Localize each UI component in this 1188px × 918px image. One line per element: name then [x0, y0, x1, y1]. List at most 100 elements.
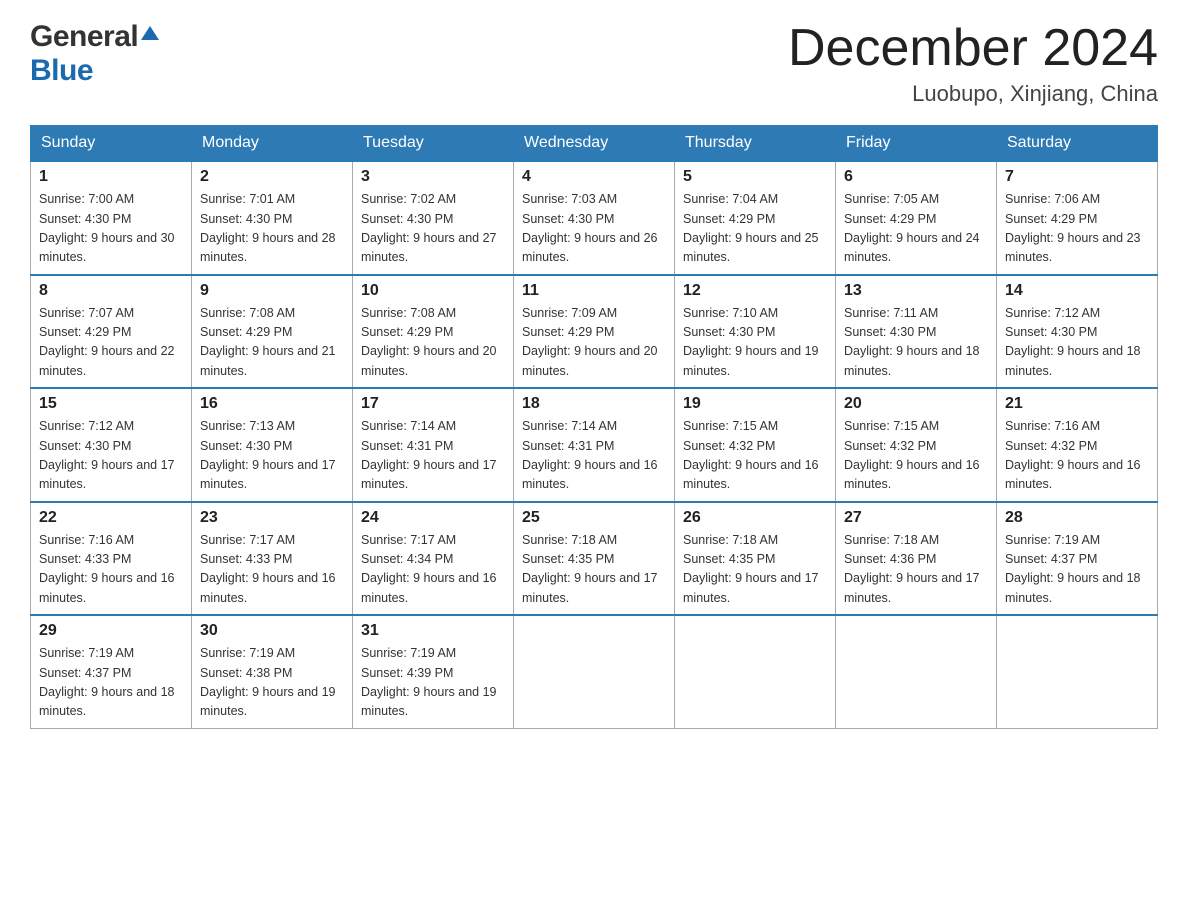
calendar-cell	[675, 615, 836, 728]
calendar-cell: 31 Sunrise: 7:19 AMSunset: 4:39 PMDayligh…	[353, 615, 514, 728]
day-info: Sunrise: 7:19 AMSunset: 4:38 PMDaylight:…	[200, 644, 344, 722]
day-number: 30	[200, 622, 344, 640]
day-number: 22	[39, 509, 183, 527]
weekday-header-saturday: Saturday	[997, 126, 1158, 162]
calendar-cell: 30 Sunrise: 7:19 AMSunset: 4:38 PMDayligh…	[192, 615, 353, 728]
calendar-cell: 22 Sunrise: 7:16 AMSunset: 4:33 PMDayligh…	[31, 502, 192, 616]
day-info: Sunrise: 7:18 AMSunset: 4:35 PMDaylight:…	[683, 531, 827, 609]
day-info: Sunrise: 7:03 AMSunset: 4:30 PMDaylight:…	[522, 190, 666, 268]
day-info: Sunrise: 7:09 AMSunset: 4:29 PMDaylight:…	[522, 304, 666, 382]
day-info: Sunrise: 7:08 AMSunset: 4:29 PMDaylight:…	[361, 304, 505, 382]
calendar-table: SundayMondayTuesdayWednesdayThursdayFrid…	[30, 125, 1158, 729]
day-info: Sunrise: 7:15 AMSunset: 4:32 PMDaylight:…	[844, 417, 988, 495]
logo-triangle-icon	[141, 24, 159, 47]
calendar-cell: 20 Sunrise: 7:15 AMSunset: 4:32 PMDayligh…	[836, 388, 997, 502]
day-info: Sunrise: 7:14 AMSunset: 4:31 PMDaylight:…	[522, 417, 666, 495]
day-number: 28	[1005, 509, 1149, 527]
day-info: Sunrise: 7:13 AMSunset: 4:30 PMDaylight:…	[200, 417, 344, 495]
day-info: Sunrise: 7:19 AMSunset: 4:37 PMDaylight:…	[1005, 531, 1149, 609]
calendar-cell: 18 Sunrise: 7:14 AMSunset: 4:31 PMDayligh…	[514, 388, 675, 502]
day-number: 25	[522, 509, 666, 527]
day-number: 20	[844, 395, 988, 413]
day-number: 17	[361, 395, 505, 413]
day-number: 3	[361, 168, 505, 186]
calendar-cell: 1 Sunrise: 7:00 AMSunset: 4:30 PMDaylight…	[31, 161, 192, 275]
calendar-cell: 12 Sunrise: 7:10 AMSunset: 4:30 PMDayligh…	[675, 275, 836, 389]
calendar-cell: 15Sunrise: 7:12 AMSunset: 4:30 PMDayligh…	[31, 388, 192, 502]
week-row-3: 15Sunrise: 7:12 AMSunset: 4:30 PMDayligh…	[31, 388, 1158, 502]
weekday-header-wednesday: Wednesday	[514, 126, 675, 162]
page-header: General Blue December 2024 Luobupo, Xinj…	[30, 20, 1158, 107]
day-info: Sunrise: 7:19 AMSunset: 4:39 PMDaylight:…	[361, 644, 505, 722]
week-row-1: 1 Sunrise: 7:00 AMSunset: 4:30 PMDaylight…	[31, 161, 1158, 275]
day-info: Sunrise: 7:05 AMSunset: 4:29 PMDaylight:…	[844, 190, 988, 268]
day-info: Sunrise: 7:12 AMSunset: 4:30 PMDaylight:…	[1005, 304, 1149, 382]
day-number: 12	[683, 282, 827, 300]
weekday-header-monday: Monday	[192, 126, 353, 162]
day-info: Sunrise: 7:17 AMSunset: 4:34 PMDaylight:…	[361, 531, 505, 609]
day-number: 24	[361, 509, 505, 527]
day-number: 18	[522, 395, 666, 413]
day-number: 13	[844, 282, 988, 300]
calendar-cell: 13 Sunrise: 7:11 AMSunset: 4:30 PMDayligh…	[836, 275, 997, 389]
calendar-cell: 14 Sunrise: 7:12 AMSunset: 4:30 PMDayligh…	[997, 275, 1158, 389]
calendar-cell: 24 Sunrise: 7:17 AMSunset: 4:34 PMDayligh…	[353, 502, 514, 616]
calendar-cell: 9 Sunrise: 7:08 AMSunset: 4:29 PMDaylight…	[192, 275, 353, 389]
day-number: 14	[1005, 282, 1149, 300]
week-row-5: 29Sunrise: 7:19 AMSunset: 4:37 PMDayligh…	[31, 615, 1158, 728]
weekday-header-sunday: Sunday	[31, 126, 192, 162]
calendar-cell: 19 Sunrise: 7:15 AMSunset: 4:32 PMDayligh…	[675, 388, 836, 502]
day-number: 9	[200, 282, 344, 300]
day-number: 19	[683, 395, 827, 413]
calendar-cell: 25Sunrise: 7:18 AMSunset: 4:35 PMDayligh…	[514, 502, 675, 616]
day-info: Sunrise: 7:11 AMSunset: 4:30 PMDaylight:…	[844, 304, 988, 382]
week-row-2: 8 Sunrise: 7:07 AMSunset: 4:29 PMDaylight…	[31, 275, 1158, 389]
calendar-cell: 6 Sunrise: 7:05 AMSunset: 4:29 PMDaylight…	[836, 161, 997, 275]
calendar-cell: 17Sunrise: 7:14 AMSunset: 4:31 PMDayligh…	[353, 388, 514, 502]
month-title: December 2024	[788, 20, 1158, 77]
day-number: 6	[844, 168, 988, 186]
day-number: 1	[39, 168, 183, 186]
day-info: Sunrise: 7:15 AMSunset: 4:32 PMDaylight:…	[683, 417, 827, 495]
calendar-cell: 5Sunrise: 7:04 AMSunset: 4:29 PMDaylight…	[675, 161, 836, 275]
calendar-cell	[836, 615, 997, 728]
day-info: Sunrise: 7:17 AMSunset: 4:33 PMDaylight:…	[200, 531, 344, 609]
calendar-cell: 21Sunrise: 7:16 AMSunset: 4:32 PMDayligh…	[997, 388, 1158, 502]
day-info: Sunrise: 7:16 AMSunset: 4:32 PMDaylight:…	[1005, 417, 1149, 495]
calendar-cell: 4 Sunrise: 7:03 AMSunset: 4:30 PMDaylight…	[514, 161, 675, 275]
calendar-cell: 27Sunrise: 7:18 AMSunset: 4:36 PMDayligh…	[836, 502, 997, 616]
day-number: 8	[39, 282, 183, 300]
calendar-cell: 3Sunrise: 7:02 AMSunset: 4:30 PMDaylight…	[353, 161, 514, 275]
location-title: Luobupo, Xinjiang, China	[788, 81, 1158, 107]
logo-general-text: General	[30, 20, 138, 54]
day-info: Sunrise: 7:00 AMSunset: 4:30 PMDaylight:…	[39, 190, 183, 268]
day-number: 5	[683, 168, 827, 186]
day-info: Sunrise: 7:16 AMSunset: 4:33 PMDaylight:…	[39, 531, 183, 609]
day-number: 7	[1005, 168, 1149, 186]
day-number: 4	[522, 168, 666, 186]
calendar-cell	[997, 615, 1158, 728]
day-number: 26	[683, 509, 827, 527]
weekday-header-thursday: Thursday	[675, 126, 836, 162]
day-number: 23	[200, 509, 344, 527]
calendar-cell: 8 Sunrise: 7:07 AMSunset: 4:29 PMDaylight…	[31, 275, 192, 389]
calendar-cell: 26 Sunrise: 7:18 AMSunset: 4:35 PMDayligh…	[675, 502, 836, 616]
day-number: 2	[200, 168, 344, 186]
calendar-cell: 23 Sunrise: 7:17 AMSunset: 4:33 PMDayligh…	[192, 502, 353, 616]
day-info: Sunrise: 7:07 AMSunset: 4:29 PMDaylight:…	[39, 304, 183, 382]
day-number: 16	[200, 395, 344, 413]
day-info: Sunrise: 7:10 AMSunset: 4:30 PMDaylight:…	[683, 304, 827, 382]
day-info: Sunrise: 7:18 AMSunset: 4:36 PMDaylight:…	[844, 531, 988, 609]
calendar-cell: 29Sunrise: 7:19 AMSunset: 4:37 PMDayligh…	[31, 615, 192, 728]
calendar-cell: 7Sunrise: 7:06 AMSunset: 4:29 PMDaylight…	[997, 161, 1158, 275]
day-info: Sunrise: 7:12 AMSunset: 4:30 PMDaylight:…	[39, 417, 183, 495]
week-row-4: 22 Sunrise: 7:16 AMSunset: 4:33 PMDayligh…	[31, 502, 1158, 616]
day-info: Sunrise: 7:08 AMSunset: 4:29 PMDaylight:…	[200, 304, 344, 382]
calendar-cell: 10 Sunrise: 7:08 AMSunset: 4:29 PMDayligh…	[353, 275, 514, 389]
day-number: 29	[39, 622, 183, 640]
calendar-cell: 2 Sunrise: 7:01 AMSunset: 4:30 PMDaylight…	[192, 161, 353, 275]
day-info: Sunrise: 7:01 AMSunset: 4:30 PMDaylight:…	[200, 190, 344, 268]
day-number: 31	[361, 622, 505, 640]
calendar-cell	[514, 615, 675, 728]
day-number: 10	[361, 282, 505, 300]
